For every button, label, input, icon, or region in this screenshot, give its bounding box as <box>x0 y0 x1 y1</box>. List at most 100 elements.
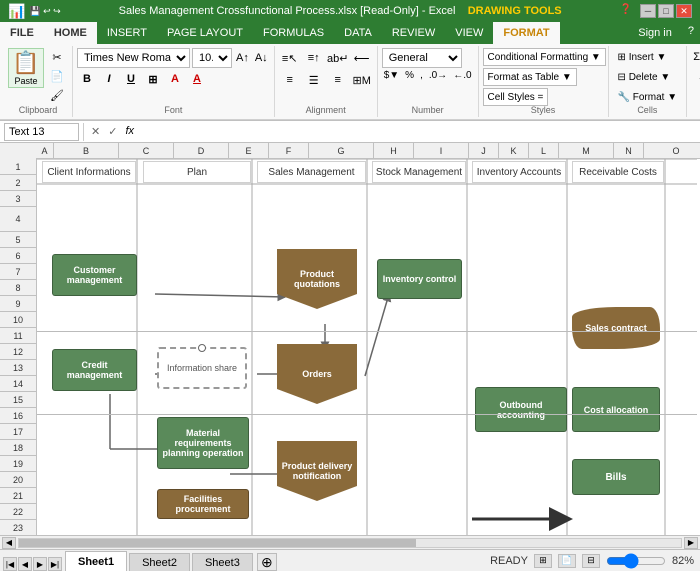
col-k[interactable]: K <box>499 143 529 158</box>
row-1[interactable]: 1 <box>0 159 36 175</box>
tab-sheet2[interactable]: Sheet2 <box>129 553 190 571</box>
row-21[interactable]: 21 <box>0 488 36 504</box>
tab-data[interactable]: DATA <box>334 22 382 44</box>
row-3[interactable]: 3 <box>0 191 36 207</box>
italic-button[interactable]: I <box>99 70 119 88</box>
row-20[interactable]: 20 <box>0 472 36 488</box>
tab-home[interactable]: HOME <box>44 22 97 44</box>
sign-in-button[interactable]: Sign in <box>628 22 682 44</box>
shape-credit-management[interactable]: Credit management <box>52 349 137 391</box>
tab-insert[interactable]: INSERT <box>97 22 157 44</box>
row-17[interactable]: 17 <box>0 424 36 440</box>
fill-button[interactable]: ⬇ <box>691 68 700 86</box>
shape-bills[interactable]: Bills <box>572 459 660 495</box>
comma-button[interactable]: , <box>418 70 425 81</box>
align-center-button[interactable]: ☰ <box>303 70 325 90</box>
shape-sales-contract[interactable]: Sales contract <box>572 307 660 349</box>
tab-sheet3[interactable]: Sheet3 <box>192 553 253 571</box>
tab-format[interactable]: FORMAT <box>493 22 559 44</box>
col-m[interactable]: M <box>559 143 614 158</box>
horizontal-scrollbar[interactable]: ◀ ▶ <box>0 535 700 549</box>
scroll-thumb[interactable] <box>19 539 416 547</box>
format-as-table-button[interactable]: Format as Table ▼ <box>483 68 577 86</box>
scroll-track[interactable] <box>18 538 682 548</box>
row-7[interactable]: 7 <box>0 264 36 280</box>
sum-button[interactable]: Σ▼ <box>691 48 700 66</box>
copy-button[interactable]: 📄 <box>46 67 68 85</box>
tab-file[interactable]: FILE <box>0 22 44 44</box>
row-22[interactable]: 22 <box>0 504 36 520</box>
tab-page-layout[interactable]: PAGE LAYOUT <box>157 22 253 44</box>
view-normal-button[interactable]: ⊞ <box>534 554 552 568</box>
last-sheet-button[interactable]: ▶| <box>48 557 62 571</box>
shape-cost-allocation[interactable]: Cost allocation <box>572 387 660 432</box>
shape-orders[interactable]: Orders <box>277 344 357 404</box>
zoom-slider[interactable] <box>606 556 666 566</box>
row-18[interactable]: 18 <box>0 440 36 456</box>
view-preview-button[interactable]: ⊟ <box>582 554 600 568</box>
insert-cells-button[interactable]: ⊞ Insert ▼ <box>613 48 672 66</box>
shape-facilities-procurement[interactable]: Facilities procurement <box>157 489 249 519</box>
tab-view[interactable]: VIEW <box>445 22 493 44</box>
cancel-formula-button[interactable]: ✕ <box>88 125 103 138</box>
col-h[interactable]: H <box>374 143 414 158</box>
col-o[interactable]: O <box>644 143 700 158</box>
shape-product-quotations[interactable]: Product quotations <box>277 249 357 309</box>
col-g[interactable]: G <box>309 143 374 158</box>
shape-inventory-control[interactable]: Inventory control <box>377 259 462 299</box>
col-j[interactable]: J <box>469 143 499 158</box>
tab-formulas[interactable]: FORMULAS <box>253 22 334 44</box>
col-i[interactable]: I <box>414 143 469 158</box>
align-left-button[interactable]: ≡ <box>279 70 301 90</box>
cell-styles-button[interactable]: Cell Styles = <box>483 88 549 106</box>
format-cells-button[interactable]: 🔧 Format ▼ <box>613 88 683 106</box>
formula-input[interactable] <box>141 123 696 141</box>
row-5[interactable]: 5 <box>0 232 36 248</box>
font-size-select[interactable]: 10.1 <box>192 48 232 68</box>
decrease-font-button[interactable]: A↓ <box>253 52 270 64</box>
col-b[interactable]: B <box>54 143 119 158</box>
align-top-right-button[interactable]: ab↵ <box>327 48 349 68</box>
conditional-formatting-button[interactable]: Conditional Formatting ▼ <box>483 48 606 66</box>
fill-color-button[interactable]: A <box>165 70 185 88</box>
selection-handle-top[interactable] <box>198 344 206 352</box>
number-format-select[interactable]: General <box>382 48 462 68</box>
paste-button[interactable]: 📋 Paste <box>8 48 44 88</box>
confirm-formula-button[interactable]: ✓ <box>105 125 120 138</box>
increase-decimal-button[interactable]: .0→ <box>427 70 449 81</box>
col-n[interactable]: N <box>614 143 644 158</box>
prev-sheet-button[interactable]: ◀ <box>18 557 32 571</box>
shape-product-delivery[interactable]: Product delivery notification <box>277 441 357 501</box>
increase-font-button[interactable]: A↑ <box>234 52 251 64</box>
border-button[interactable]: ⊞ <box>143 70 163 88</box>
col-l[interactable]: L <box>529 143 559 158</box>
row-11[interactable]: 11 <box>0 328 36 344</box>
shape-material-requirements[interactable]: Material requirements planning operation <box>157 417 249 469</box>
bold-button[interactable]: B <box>77 70 97 88</box>
scroll-right-button[interactable]: ▶ <box>684 537 698 549</box>
cut-button[interactable]: ✂ <box>46 48 68 66</box>
next-sheet-button[interactable]: ▶ <box>33 557 47 571</box>
scroll-left-button[interactable]: ◀ <box>2 537 16 549</box>
row-19[interactable]: 19 <box>0 456 36 472</box>
view-layout-button[interactable]: 📄 <box>558 554 576 568</box>
decrease-decimal-button[interactable]: ←.0 <box>451 70 473 81</box>
col-a[interactable]: A <box>36 143 54 158</box>
align-right-button[interactable]: ≡ <box>327 70 349 90</box>
underline-button[interactable]: U <box>121 70 141 88</box>
col-f[interactable]: F <box>269 143 309 158</box>
row-16[interactable]: 16 <box>0 408 36 424</box>
row-10[interactable]: 10 <box>0 312 36 328</box>
row-14[interactable]: 14 <box>0 376 36 392</box>
row-15[interactable]: 15 <box>0 392 36 408</box>
wrap-text-button[interactable]: ⟵ <box>351 48 373 68</box>
col-e[interactable]: E <box>229 143 269 158</box>
align-top-center-button[interactable]: ≡↑ <box>303 48 325 68</box>
row-2[interactable]: 2 <box>0 175 36 191</box>
minimize-button[interactable]: ─ <box>640 4 656 18</box>
col-d[interactable]: D <box>174 143 229 158</box>
row-6[interactable]: 6 <box>0 248 36 264</box>
delete-cells-button[interactable]: ⊟ Delete ▼ <box>613 68 676 86</box>
shape-customer-management[interactable]: Customer management <box>52 254 137 296</box>
row-12[interactable]: 12 <box>0 344 36 360</box>
